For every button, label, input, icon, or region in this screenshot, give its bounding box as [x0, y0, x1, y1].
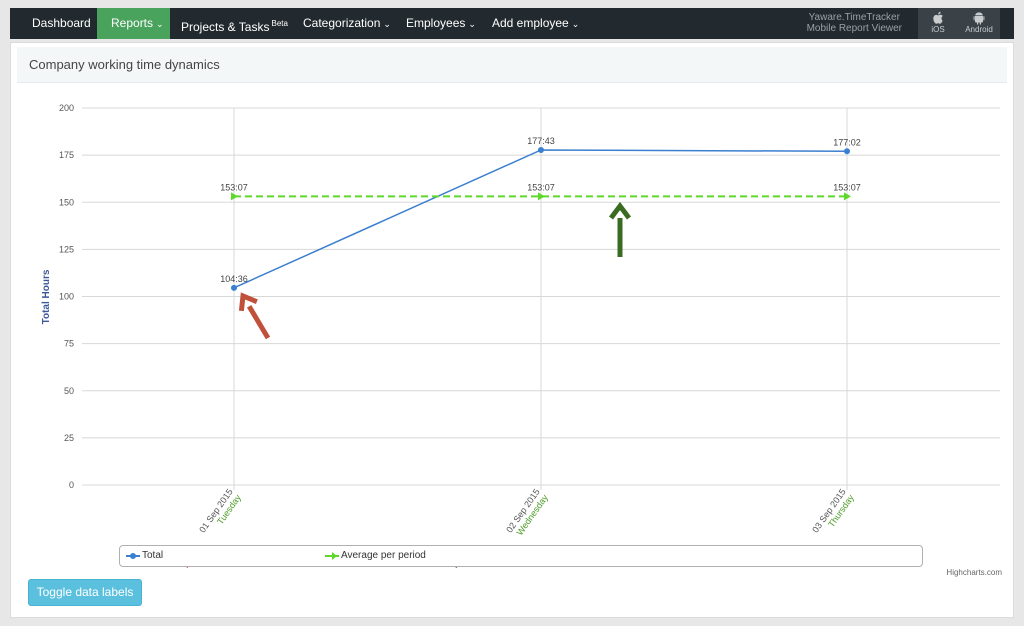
y-tick-label: 75	[64, 339, 74, 349]
legend-average-marker	[325, 552, 339, 560]
data-label: 177:43	[527, 136, 555, 146]
data-point	[538, 146, 544, 153]
y-tick-label: 25	[64, 433, 74, 443]
y-tick-label: 50	[64, 386, 74, 396]
chart-grid	[82, 107, 1000, 490]
chart-legend: Total Average per period	[119, 545, 923, 567]
y-tick-label: 125	[59, 244, 74, 254]
y-tick-label: 0	[69, 480, 74, 490]
legend-total[interactable]: Total	[142, 550, 163, 561]
y-axis-label: Total Hours	[41, 269, 52, 324]
y-tick-label: 150	[59, 197, 74, 207]
x-tick-group: 01 Sep 2015Tuesday	[197, 487, 243, 535]
annotation-arrow	[238, 292, 271, 340]
x-tick-group: 02 Sep 2015Wednesday	[504, 487, 550, 537]
data-point	[844, 148, 850, 155]
data-label: 153:07	[833, 182, 861, 192]
legend-average[interactable]: Average per period	[341, 550, 426, 561]
data-label: 177:02	[833, 137, 861, 147]
data-label: 104:36	[220, 274, 248, 284]
x-tick-group: 03 Sep 2015Thursday	[810, 487, 856, 535]
chart-credit[interactable]: Highcharts.com	[946, 568, 1002, 577]
toggle-data-labels-button[interactable]: Toggle data labels	[28, 579, 142, 606]
y-tick-label: 100	[59, 292, 74, 302]
data-label: 153:07	[527, 182, 555, 192]
data-point	[231, 284, 237, 291]
x-axis-ticks: 01 Sep 2015Tuesday 02 Sep 2015Wednesday 03…	[197, 487, 856, 537]
y-axis-ticks: 0 25 50 75 100 125 150 175 200	[59, 103, 74, 490]
data-label: 153:07	[220, 182, 248, 192]
legend-total-marker	[126, 553, 140, 559]
y-tick-label: 175	[59, 150, 74, 160]
y-tick-label: 200	[59, 103, 74, 113]
working-time-chart: 0 25 50 75 100 125 150 175 200 01 Sep 2015Tuesda…	[41, 103, 1000, 568]
annotation-arrows	[172, 201, 631, 568]
